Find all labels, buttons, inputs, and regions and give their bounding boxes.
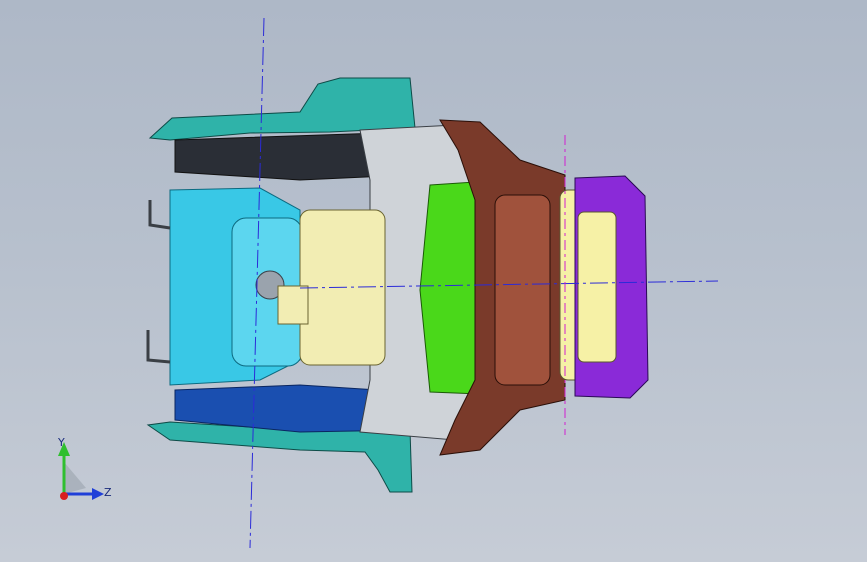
left-lower-bracket[interactable] [146,330,171,364]
assembly-model[interactable] [146,77,649,493]
axis-triad: Y Z [44,436,124,512]
z-axis-arrow [92,488,104,500]
purple-cap-window [577,211,617,363]
x-axis-point [60,492,68,500]
brown-inner-slot [494,194,551,386]
cream-tab[interactable] [277,285,309,325]
left-upper-bracket[interactable] [148,200,171,230]
cad-viewport[interactable] [0,0,867,562]
z-axis-label: Z [104,486,112,499]
triad-plane [64,462,86,494]
y-axis-label: Y [58,436,65,449]
